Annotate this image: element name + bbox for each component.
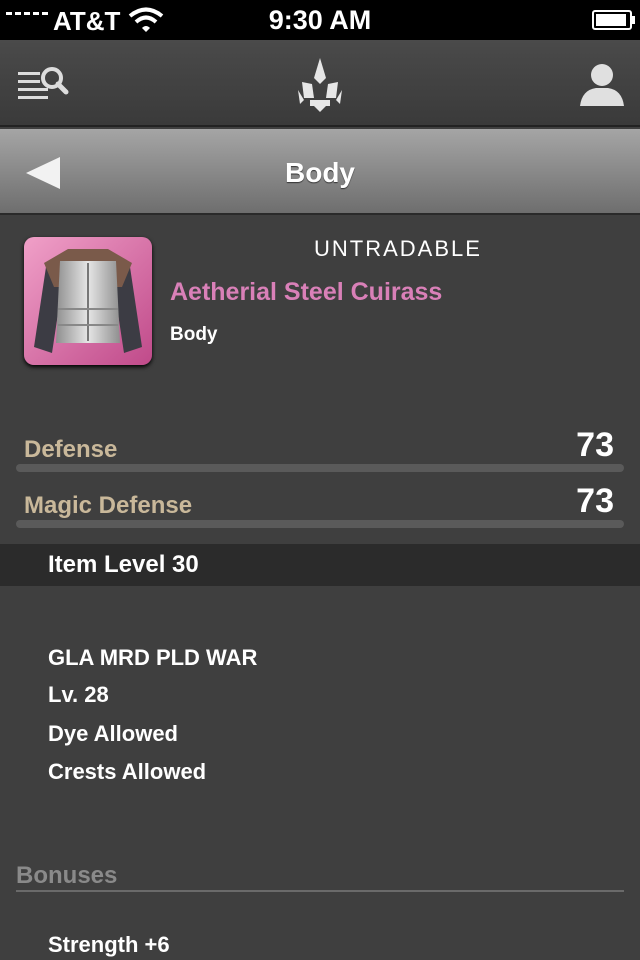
stat-magic-defense: Magic Defense 73 [16,480,624,528]
item-level: Item Level 30 [48,551,199,578]
search-list-icon[interactable] [14,60,70,106]
requirement-classes: GLA MRD PLD WAR [48,645,258,670]
page-title: Body [285,157,355,188]
requirement-dye: Dye Allowed [48,721,178,746]
tradability-label: UNTRADABLE [314,236,482,261]
item-slot: Body [170,324,218,345]
requirement-level: Lv. 28 [48,682,109,707]
item-name: Aetherial Steel Cuirass [170,278,443,306]
status-bar: AT&T 9:30 AM [0,0,640,40]
requirement-crests: Crests Allowed [48,759,207,784]
stat-value: 73 [576,426,614,464]
stat-label: Defense [24,436,118,463]
fleur-logo-icon[interactable] [292,54,348,114]
battery-icon [592,10,632,30]
item-image [24,237,152,365]
divider [16,890,624,892]
bonus-item: Strength +6 [48,932,170,957]
item-level-band: Item Level 30 [0,544,640,586]
status-time: 9:30 AM [268,5,372,35]
person-icon[interactable] [578,60,626,108]
bonuses-header: Bonuses [16,862,118,889]
stat-defense: Defense 73 [16,424,624,472]
stat-bar [16,520,624,528]
stat-label: Magic Defense [24,492,193,519]
battery-tip [632,16,635,24]
top-toolbar [0,40,640,127]
stat-bar [16,464,624,472]
stat-value: 73 [576,482,614,520]
navigation-bar: Body [0,129,640,215]
